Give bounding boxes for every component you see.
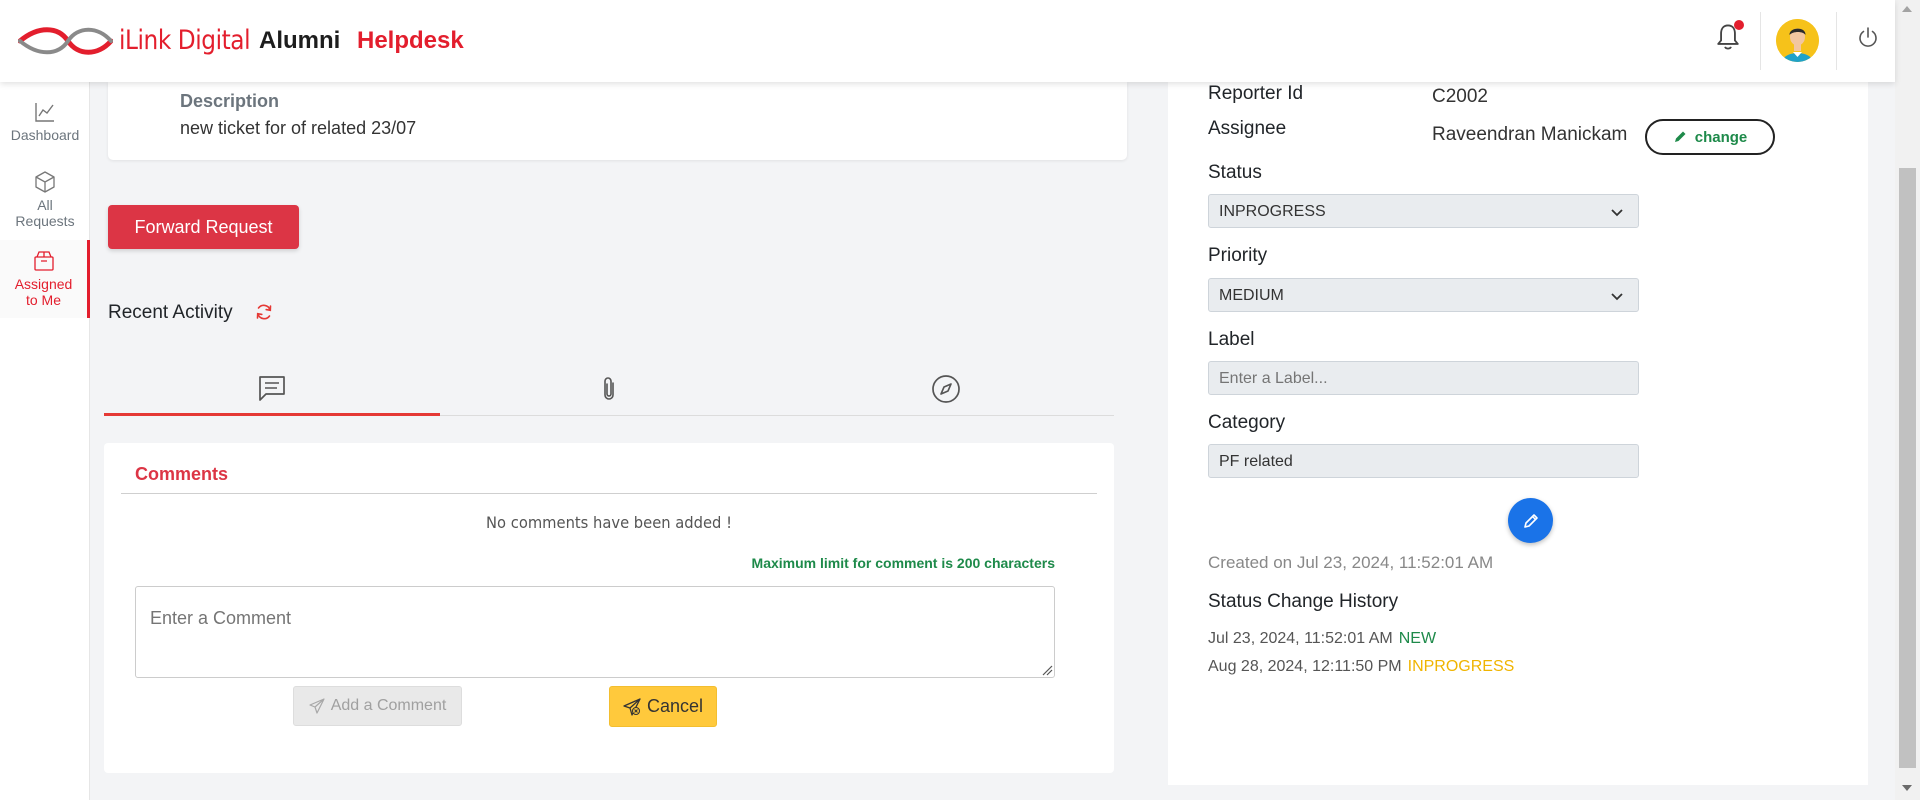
change-assignee-button[interactable]: change: [1645, 119, 1775, 155]
tab-comments[interactable]: [104, 362, 440, 416]
description-value: new ticket for of related 23/07: [180, 118, 417, 138]
change-label: change: [1694, 128, 1748, 146]
user-avatar-icon: [1776, 19, 1819, 62]
chevron-down-icon: [1611, 293, 1623, 301]
sidebar-item-label: Dashboard: [10, 127, 80, 143]
add-comment-button[interactable]: Add a Comment: [293, 686, 462, 726]
paperclip-icon: [604, 377, 614, 400]
scroll-up-arrow-icon[interactable]: [1902, 6, 1912, 12]
created-on-text: Created on Jul 23, 2024, 11:52:01 AM: [1208, 553, 1494, 572]
pencil-icon: [1523, 513, 1538, 528]
top-header: iLink Digital Alumni Helpdesk: [0, 0, 1895, 82]
reporter-id-value: C2002: [1432, 86, 1488, 107]
scroll-down-arrow-icon[interactable]: [1902, 785, 1912, 791]
sidebar-item-assigned-to-me[interactable]: Assigned to Me: [0, 240, 90, 318]
ilink-logo-icon: [18, 27, 113, 55]
history-row: Jul 23, 2024, 11:52:01 AM NEW: [1208, 630, 1436, 648]
power-logout-icon[interactable]: [1857, 26, 1879, 48]
brand-name: iLink Digital: [119, 25, 251, 56]
tab-attachments[interactable]: [441, 362, 777, 416]
category-label: Category: [1208, 412, 1286, 433]
app-title-helpdesk: Helpdesk: [357, 27, 464, 54]
send-icon: [309, 698, 325, 714]
label-input[interactable]: Enter a Label...: [1208, 361, 1639, 395]
sidebar-item-label: Assigned: [14, 276, 73, 292]
add-comment-label: Add a Comment: [330, 697, 447, 714]
cancel-label: Cancel: [646, 696, 704, 716]
sidebar-item-all-requests[interactable]: All Requests: [0, 170, 90, 232]
priority-select[interactable]: MEDIUM: [1208, 278, 1639, 312]
notification-badge: [1734, 20, 1744, 30]
status-label: Status: [1208, 162, 1262, 183]
status-history-title: Status Change History: [1208, 591, 1399, 612]
history-row: Aug 28, 2024, 12:11:50 PM INPROGRESS: [1208, 658, 1514, 676]
comments-panel: Comments No comments have been added ! M…: [104, 443, 1114, 773]
vertical-scrollbar[interactable]: [1895, 0, 1920, 800]
sidebar-item-dashboard[interactable]: Dashboard: [0, 100, 90, 150]
header-divider: [1760, 12, 1761, 70]
label-field-label: Label: [1208, 329, 1255, 350]
history-status: INPROGRESS: [1407, 658, 1515, 675]
history-date: Aug 28, 2024, 12:11:50 PM: [1208, 658, 1402, 675]
description-card: Description new ticket for of related 23…: [108, 82, 1127, 160]
sidebar-item-label: Requests: [15, 213, 75, 229]
edit-details-button[interactable]: [1508, 498, 1553, 543]
category-field: PF related: [1208, 444, 1639, 478]
box-icon: [35, 171, 55, 193]
divider: [121, 493, 1097, 494]
recent-activity-heading: Recent Activity: [108, 302, 233, 323]
pencil-icon: [1674, 131, 1686, 142]
forward-request-button[interactable]: Forward Request: [108, 205, 299, 249]
status-selected-value: INPROGRESS: [1219, 203, 1326, 220]
activity-tabs: [104, 362, 1114, 416]
priority-label: Priority: [1208, 245, 1268, 266]
priority-selected-value: MEDIUM: [1219, 287, 1284, 304]
history-date: Jul 23, 2024, 11:52:01 AM: [1208, 630, 1393, 647]
scroll-thumb[interactable]: [1899, 168, 1916, 768]
comments-title: Comments: [135, 464, 229, 484]
no-comments-message: No comments have been added !: [486, 513, 732, 532]
chevron-down-icon: [1611, 209, 1623, 217]
tab-activity-log[interactable]: [778, 362, 1114, 416]
sidebar: Dashboard All Requests Assigned to Me: [0, 82, 90, 800]
ticket-details-panel: Reporter Id C2002 Assignee Raveendran Ma…: [1168, 82, 1868, 785]
header-divider: [1836, 12, 1837, 70]
sidebar-item-label: to Me: [25, 292, 61, 308]
refresh-icon[interactable]: [254, 302, 274, 322]
description-label: Description: [180, 91, 280, 111]
sidebar-item-label: All: [37, 197, 53, 213]
comment-limit-hint: Maximum limit for comment is 200 charact…: [751, 555, 1055, 571]
cancel-button[interactable]: Cancel: [609, 686, 717, 727]
app-title-alumni: Alumni: [259, 27, 341, 54]
reporter-id-label: Reporter Id: [1208, 83, 1304, 104]
package-icon: [33, 251, 54, 271]
status-select[interactable]: INPROGRESS: [1208, 194, 1639, 228]
assignee-value: Raveendran Manickam: [1432, 124, 1628, 145]
send-cancel-icon: [623, 697, 641, 716]
comment-input[interactable]: [135, 586, 1055, 678]
comment-icon: [259, 375, 285, 401]
line-chart-icon: [35, 103, 54, 122]
user-avatar[interactable]: [1776, 19, 1819, 62]
history-status: NEW: [1398, 630, 1437, 647]
assignee-label: Assignee: [1208, 118, 1287, 139]
compass-icon: [932, 375, 960, 403]
resize-handle-icon[interactable]: [1041, 664, 1053, 676]
